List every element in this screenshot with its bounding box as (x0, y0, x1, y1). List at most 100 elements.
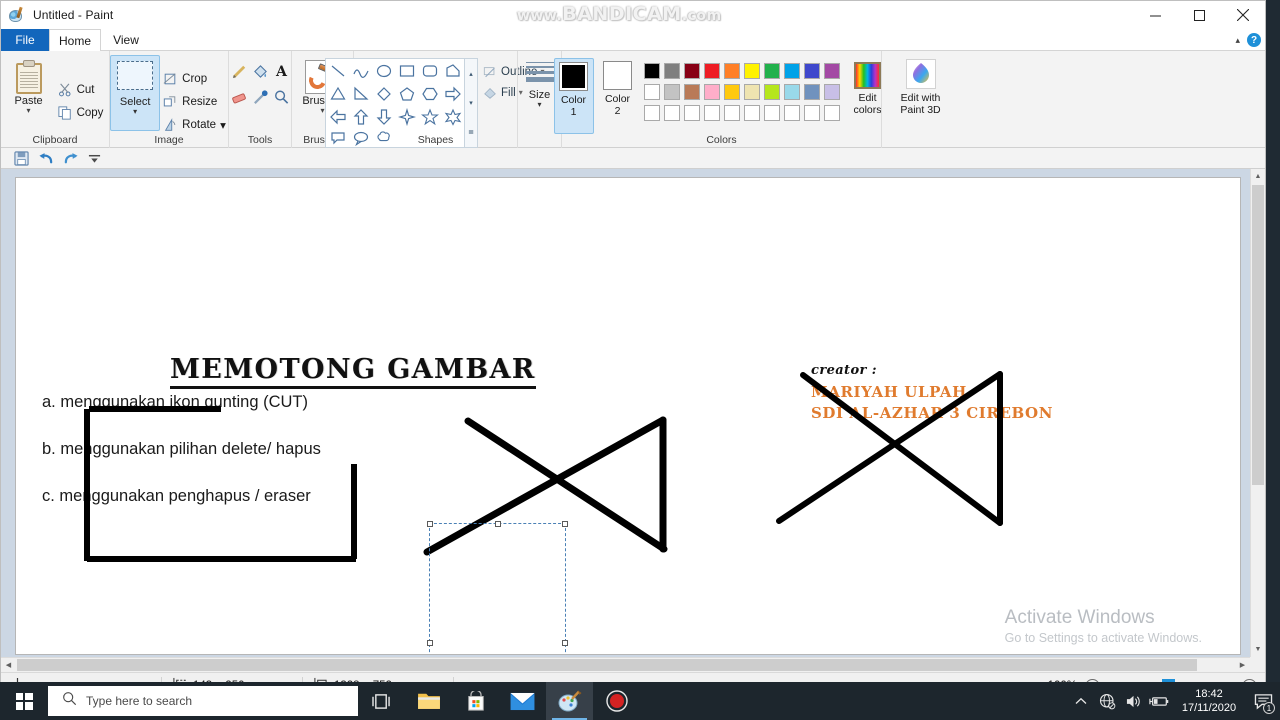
color-picker-icon[interactable] (252, 89, 269, 111)
shape-right-arrow-icon[interactable] (441, 82, 464, 105)
palette-swatch-r3-c3[interactable] (683, 105, 700, 121)
shape-rectangle-icon[interactable] (395, 59, 418, 82)
size-dropdown-arrow[interactable]: ▾ (537, 101, 541, 109)
shape-up-arrow-icon[interactable] (349, 105, 372, 128)
show-hidden-icons-button[interactable] (1068, 682, 1094, 720)
palette-swatch-r3-c9[interactable] (803, 105, 820, 121)
taskbar-clock[interactable]: 18:42 17/11/2020 (1172, 687, 1246, 715)
palette-swatch-r2-c10[interactable] (823, 84, 840, 100)
color-1-button[interactable]: Color 1 (553, 58, 594, 134)
network-globe-icon[interactable] (1094, 682, 1120, 720)
scroll-up-icon[interactable]: ▲ (1251, 169, 1265, 184)
palette-swatch-r2-c5[interactable] (723, 84, 740, 100)
selection-handle-middle-left[interactable] (427, 640, 433, 646)
select-tool-button[interactable]: Select ▾ (110, 55, 161, 131)
cut-button[interactable]: Cut (57, 81, 108, 100)
brushes-dropdown-arrow[interactable]: ▾ (320, 107, 324, 115)
palette-swatch-r1-c2[interactable] (663, 63, 680, 79)
fill-bucket-icon[interactable] (252, 63, 269, 85)
notification-center-button[interactable]: 1 (1246, 682, 1280, 720)
shape-rounded-rectangle-icon[interactable] (418, 59, 441, 82)
palette-swatch-r1-c6[interactable] (743, 63, 760, 79)
palette-swatch-r2-c7[interactable] (763, 84, 780, 100)
taskbar-task-view-button[interactable] (358, 682, 405, 720)
taskbar-search-box[interactable]: Type here to search (48, 686, 358, 716)
shape-rounded-callout-icon[interactable] (326, 128, 349, 147)
shape-curve-icon[interactable] (349, 59, 372, 82)
scroll-down-icon[interactable]: ▼ (1251, 642, 1265, 657)
shape-diamond-icon[interactable] (372, 82, 395, 105)
tab-home[interactable]: Home (49, 29, 101, 51)
shapes-scroll-down-icon[interactable]: ▾ (465, 88, 477, 117)
crop-button[interactable]: Crop (162, 69, 230, 88)
palette-swatch-r3-c4[interactable] (703, 105, 720, 121)
select-dropdown-arrow[interactable]: ▾ (133, 108, 137, 116)
taskbar-paint-button[interactable] (546, 682, 593, 720)
start-button[interactable] (0, 682, 48, 720)
palette-swatch-r1-c10[interactable] (823, 63, 840, 79)
shape-hexagon-icon[interactable] (418, 82, 441, 105)
vertical-scroll-thumb[interactable] (1252, 185, 1264, 485)
rotate-dropdown-arrow[interactable]: ▾ (220, 118, 226, 132)
selection-marquee[interactable] (427, 521, 568, 654)
selection-handle-top-middle[interactable] (494, 521, 501, 527)
customize-qat-icon[interactable] (88, 152, 101, 165)
shape-left-arrow-icon[interactable] (326, 105, 349, 128)
text-tool-icon[interactable]: A (273, 63, 290, 85)
shape-pentagon-icon[interactable] (395, 82, 418, 105)
help-button[interactable]: ? (1247, 33, 1261, 47)
palette-swatch-r3-c8[interactable] (783, 105, 800, 121)
redo-icon[interactable] (63, 151, 79, 166)
palette-swatch-r1-c1[interactable] (643, 63, 660, 79)
shape-six-point-star-icon[interactable] (441, 105, 464, 128)
shape-line-icon[interactable] (326, 59, 349, 82)
palette-swatch-r2-c9[interactable] (803, 84, 820, 100)
eraser-icon[interactable] (231, 89, 248, 111)
tab-view[interactable]: View (101, 29, 151, 51)
close-button[interactable] (1221, 1, 1265, 29)
taskbar-microsoft-store-button[interactable] (452, 682, 499, 720)
scroll-right-icon[interactable]: ▶ (1235, 661, 1250, 669)
palette-swatch-r1-c8[interactable] (783, 63, 800, 79)
palette-swatch-r1-c9[interactable] (803, 63, 820, 79)
shape-down-arrow-icon[interactable] (372, 105, 395, 128)
palette-swatch-r2-c8[interactable] (783, 84, 800, 100)
palette-swatch-r3-c10[interactable] (823, 105, 840, 121)
magnifier-icon[interactable] (273, 89, 290, 111)
drawing-canvas[interactable]: MEMOTONG GAMBAR a. menggunakan ikon gunt… (15, 177, 1241, 655)
shape-polygon-icon[interactable] (441, 59, 464, 82)
horizontal-scroll-thumb[interactable] (17, 659, 1197, 671)
palette-swatch-r2-c2[interactable] (663, 84, 680, 100)
selection-handle-middle-right[interactable] (562, 640, 568, 646)
taskbar-mail-button[interactable] (499, 682, 546, 720)
chevron-up-icon[interactable]: ▴ (1235, 35, 1240, 46)
taskbar-recorder-button[interactable] (593, 682, 640, 720)
shape-four-point-star-icon[interactable] (395, 105, 418, 128)
color-2-button[interactable]: Color 2 (598, 58, 638, 134)
shapes-scroll-up-icon[interactable]: ▴ (465, 59, 477, 88)
selection-handle-top-right[interactable] (562, 521, 568, 527)
palette-swatch-r3-c1[interactable] (643, 105, 660, 121)
tab-file[interactable]: File (1, 29, 49, 51)
rotate-button[interactable]: Rotate ▾ (162, 115, 230, 134)
shape-triangle-icon[interactable] (326, 82, 349, 105)
undo-icon[interactable] (38, 151, 54, 166)
palette-swatch-r2-c6[interactable] (743, 84, 760, 100)
palette-swatch-r2-c3[interactable] (683, 84, 700, 100)
vertical-scrollbar[interactable]: ▲ ▼ (1250, 169, 1265, 657)
palette-swatch-r3-c5[interactable] (723, 105, 740, 121)
battery-icon[interactable] (1146, 682, 1172, 720)
scroll-left-icon[interactable]: ◀ (1, 661, 16, 669)
shape-right-triangle-icon[interactable] (349, 82, 372, 105)
shape-oval-icon[interactable] (372, 59, 395, 82)
palette-swatch-r1-c3[interactable] (683, 63, 700, 79)
speaker-icon[interactable] (1120, 682, 1146, 720)
taskbar-file-explorer-button[interactable] (405, 682, 452, 720)
maximize-button[interactable] (1177, 1, 1221, 29)
palette-swatch-r2-c4[interactable] (703, 84, 720, 100)
horizontal-scrollbar[interactable]: ◀ ▶ (1, 657, 1250, 672)
minimize-button[interactable] (1133, 1, 1177, 29)
color-palette[interactable] (642, 61, 842, 124)
palette-swatch-r1-c4[interactable] (703, 63, 720, 79)
resize-button[interactable]: Resize (162, 92, 230, 111)
